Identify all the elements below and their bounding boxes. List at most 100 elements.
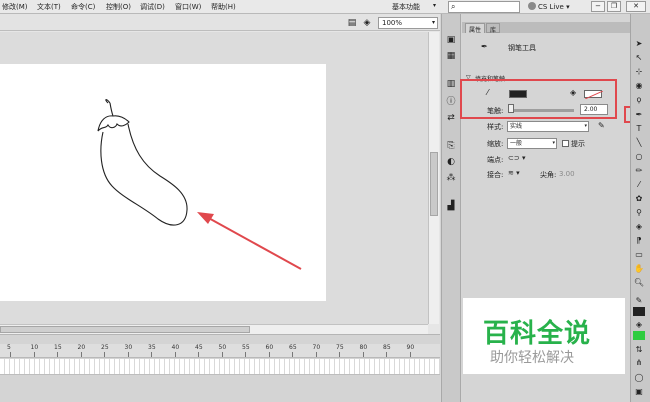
object-drawing-icon[interactable]: ◯ bbox=[633, 372, 645, 383]
frame-tick-mark bbox=[315, 352, 317, 357]
pencil-tool-icon[interactable]: ✏ bbox=[633, 165, 645, 176]
scroll-thumb[interactable] bbox=[430, 152, 438, 216]
text-tool-icon[interactable]: T bbox=[633, 123, 645, 134]
magnet-icon[interactable]: ▣ bbox=[633, 386, 645, 397]
cap-select[interactable]: ⊂⊃ ▾ bbox=[508, 154, 525, 162]
menu-text[interactable]: 文本(T) bbox=[37, 2, 61, 12]
frame-tick-mark bbox=[104, 352, 105, 357]
close-button[interactable]: ✕ bbox=[626, 1, 646, 12]
frame-tick-label: 40 bbox=[171, 344, 180, 351]
oval-tool-icon[interactable]: ○ bbox=[633, 151, 645, 162]
vertical-scrollbar[interactable] bbox=[428, 32, 439, 324]
hinting-checkbox[interactable] bbox=[562, 140, 569, 147]
stage-canvas[interactable] bbox=[0, 64, 326, 301]
frame-tick-label: 90 bbox=[406, 344, 415, 351]
selection-tool-icon[interactable]: ➤ bbox=[633, 38, 645, 49]
help-search-input[interactable]: ⌕ bbox=[448, 1, 520, 13]
frame-tick-mark bbox=[174, 352, 176, 357]
frame-tick-label: 15 bbox=[54, 344, 62, 351]
frame-tick-label: 65 bbox=[289, 344, 297, 351]
zoom-tool-icon[interactable]: 🔍︎ bbox=[633, 277, 645, 288]
stroke-color-chip[interactable] bbox=[633, 307, 645, 316]
frame-tick-label: 5 bbox=[7, 344, 11, 351]
edit-scene-icon[interactable]: ▤ bbox=[346, 17, 358, 29]
frame-tick-mark bbox=[33, 352, 35, 357]
menu-debug[interactable]: 调试(D) bbox=[140, 2, 165, 12]
paint-bucket-tool-icon[interactable]: ◈ bbox=[633, 221, 645, 232]
hand-tool-icon[interactable]: ✋ bbox=[633, 263, 645, 274]
menu-window[interactable]: 窗口(W) bbox=[175, 2, 201, 12]
line-tool-icon[interactable]: ╲ bbox=[633, 137, 645, 148]
subselection-tool-icon[interactable]: ↖ bbox=[633, 52, 645, 63]
frame-tick-label: 30 bbox=[124, 344, 133, 351]
library-panel-icon[interactable]: ▟ bbox=[445, 200, 457, 212]
menu-modify[interactable]: 修改(M) bbox=[2, 2, 28, 12]
join-select[interactable]: ≋ ▾ bbox=[508, 169, 520, 177]
frame-tick-mark bbox=[151, 352, 152, 357]
info-panel-icon[interactable]: ⓘ bbox=[445, 96, 457, 108]
miter-label: 尖角: bbox=[540, 171, 557, 179]
cs-live-icon bbox=[528, 2, 536, 10]
bone-tool-icon[interactable]: ⚲ bbox=[633, 207, 645, 218]
frame-tick-mark bbox=[245, 352, 246, 357]
frame-tick-label: 75 bbox=[336, 344, 344, 351]
join-label: 接合: bbox=[487, 171, 504, 179]
fill-color-chip[interactable] bbox=[633, 331, 645, 340]
zoom-value: 100% bbox=[382, 19, 403, 27]
deco-tool-icon[interactable]: ✿ bbox=[633, 193, 645, 204]
transform-panel-icon[interactable]: ⇄ bbox=[445, 112, 457, 124]
menu-help[interactable]: 帮助(H) bbox=[211, 2, 236, 12]
horizontal-scrollbar[interactable] bbox=[0, 324, 428, 334]
snap-to-objects-icon[interactable]: ⋔ bbox=[633, 357, 645, 368]
tab-library[interactable]: 库 bbox=[486, 23, 501, 34]
frame-tick-mark bbox=[409, 352, 411, 357]
eraser-tool-icon[interactable]: ▭ bbox=[633, 249, 645, 260]
scale-value: 一般 bbox=[510, 140, 523, 147]
style-label: 样式: bbox=[487, 123, 504, 131]
style-select[interactable]: 实线 ▾ bbox=[507, 121, 589, 132]
scale-select[interactable]: 一般 ▾ bbox=[507, 138, 557, 149]
miter-input[interactable]: 3.00 bbox=[559, 170, 575, 178]
brush-tool-icon[interactable]: ⁄ bbox=[633, 179, 645, 190]
frame-tick-mark bbox=[80, 352, 82, 357]
swatches-panel-icon[interactable]: ▦ bbox=[445, 50, 457, 62]
tab-properties[interactable]: 属性 bbox=[465, 23, 486, 34]
color-panel-icon[interactable]: ▣ bbox=[445, 34, 457, 46]
free-transform-tool-icon[interactable]: ⊹ bbox=[633, 66, 645, 77]
eyedropper-tool-icon[interactable]: ⁋ bbox=[633, 235, 645, 246]
code-snippets-icon[interactable]: ⁂ bbox=[445, 172, 457, 184]
edit-symbol-icon[interactable]: ◈ bbox=[361, 17, 373, 29]
frame-strip[interactable] bbox=[0, 359, 440, 375]
restore-button[interactable]: ❐ bbox=[607, 1, 621, 12]
scroll-thumb[interactable] bbox=[0, 326, 250, 333]
minimize-button[interactable]: − bbox=[591, 1, 605, 12]
frame-tick-label: 20 bbox=[77, 344, 86, 351]
frame-tick-mark bbox=[362, 352, 364, 357]
cs-live-button[interactable]: CS Live ▾ bbox=[528, 2, 570, 11]
frame-tick-label: 45 bbox=[195, 344, 203, 351]
components-panel-icon[interactable]: ⎘ bbox=[445, 140, 457, 152]
zoom-select[interactable]: 100% ▾ bbox=[378, 17, 438, 29]
hinting-label: 提示 bbox=[571, 140, 585, 148]
workspace-switcher[interactable]: 基本功能 bbox=[392, 2, 420, 12]
frame-tick-label: 60 bbox=[265, 344, 274, 351]
menu-commands[interactable]: 命令(C) bbox=[71, 2, 95, 12]
swap-colors-icon[interactable]: ⇅ bbox=[633, 344, 645, 355]
motion-presets-icon[interactable]: ◐ bbox=[445, 156, 457, 168]
frame-tick-mark bbox=[221, 352, 223, 357]
frame-tick-label: 10 bbox=[30, 344, 39, 351]
menu-control[interactable]: 控制(O) bbox=[106, 2, 131, 12]
lasso-tool-icon[interactable]: ϙ bbox=[633, 94, 645, 105]
frame-tick-label: 55 bbox=[242, 344, 250, 351]
frame-tick-label: 70 bbox=[312, 344, 321, 351]
stroke-color-tool-icon[interactable]: ✎ bbox=[633, 295, 645, 306]
chevron-down-icon[interactable]: ▾ bbox=[433, 2, 436, 9]
frame-tick-mark bbox=[127, 352, 129, 357]
chevron-down-icon: ▾ bbox=[552, 140, 555, 146]
align-panel-icon[interactable]: ▥ bbox=[445, 78, 457, 90]
highlight-box-stroke bbox=[460, 79, 617, 119]
edit-stroke-style-icon[interactable]: ✎ bbox=[598, 121, 605, 130]
fill-color-tool-icon[interactable]: ◈ bbox=[633, 319, 645, 330]
pen-tool-icon[interactable]: ✒ bbox=[633, 109, 645, 120]
3d-rotation-tool-icon[interactable]: ◉ bbox=[633, 80, 645, 91]
